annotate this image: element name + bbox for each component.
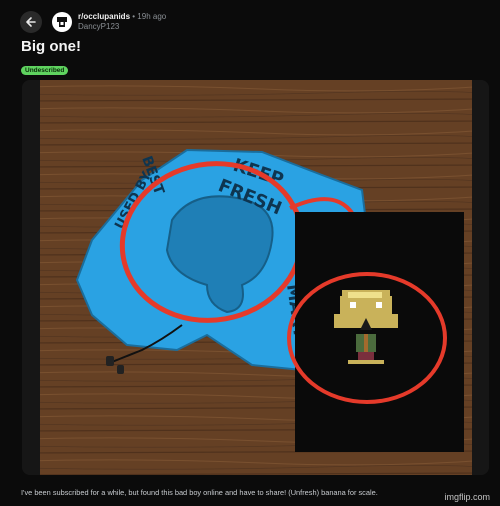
post-body: I've been subscribed for a while, but fo… (21, 488, 378, 498)
post-page: r/occlupanids • 19h ago DancyP123 Big on… (0, 0, 500, 506)
meta-separator: • (132, 12, 136, 21)
occlupanid-logo-icon (57, 17, 67, 27)
post-title: Big one! (21, 38, 81, 55)
post-flair[interactable]: Undescribed (21, 66, 69, 75)
post-header: r/occlupanids • 19h ago DancyP123 (20, 10, 166, 34)
post-image[interactable]: KEEP FRESH BEST USED BY MART (22, 80, 489, 475)
photo-illustration: KEEP FRESH BEST USED BY MART (22, 80, 489, 475)
cord-toggle (106, 356, 114, 366)
arrow-left-icon (26, 17, 36, 27)
author-name[interactable]: DancyP123 (78, 22, 166, 32)
imgflip-watermark: imgflip.com (444, 492, 490, 502)
post-time: 19h ago (137, 12, 167, 21)
subreddit-avatar[interactable] (52, 12, 72, 32)
post-meta: r/occlupanids • 19h ago DancyP123 (78, 12, 166, 32)
back-button[interactable] (20, 11, 42, 33)
occlupanid-sprite-inset (287, 212, 464, 452)
subreddit-name[interactable]: r/occlupanids (78, 12, 130, 21)
